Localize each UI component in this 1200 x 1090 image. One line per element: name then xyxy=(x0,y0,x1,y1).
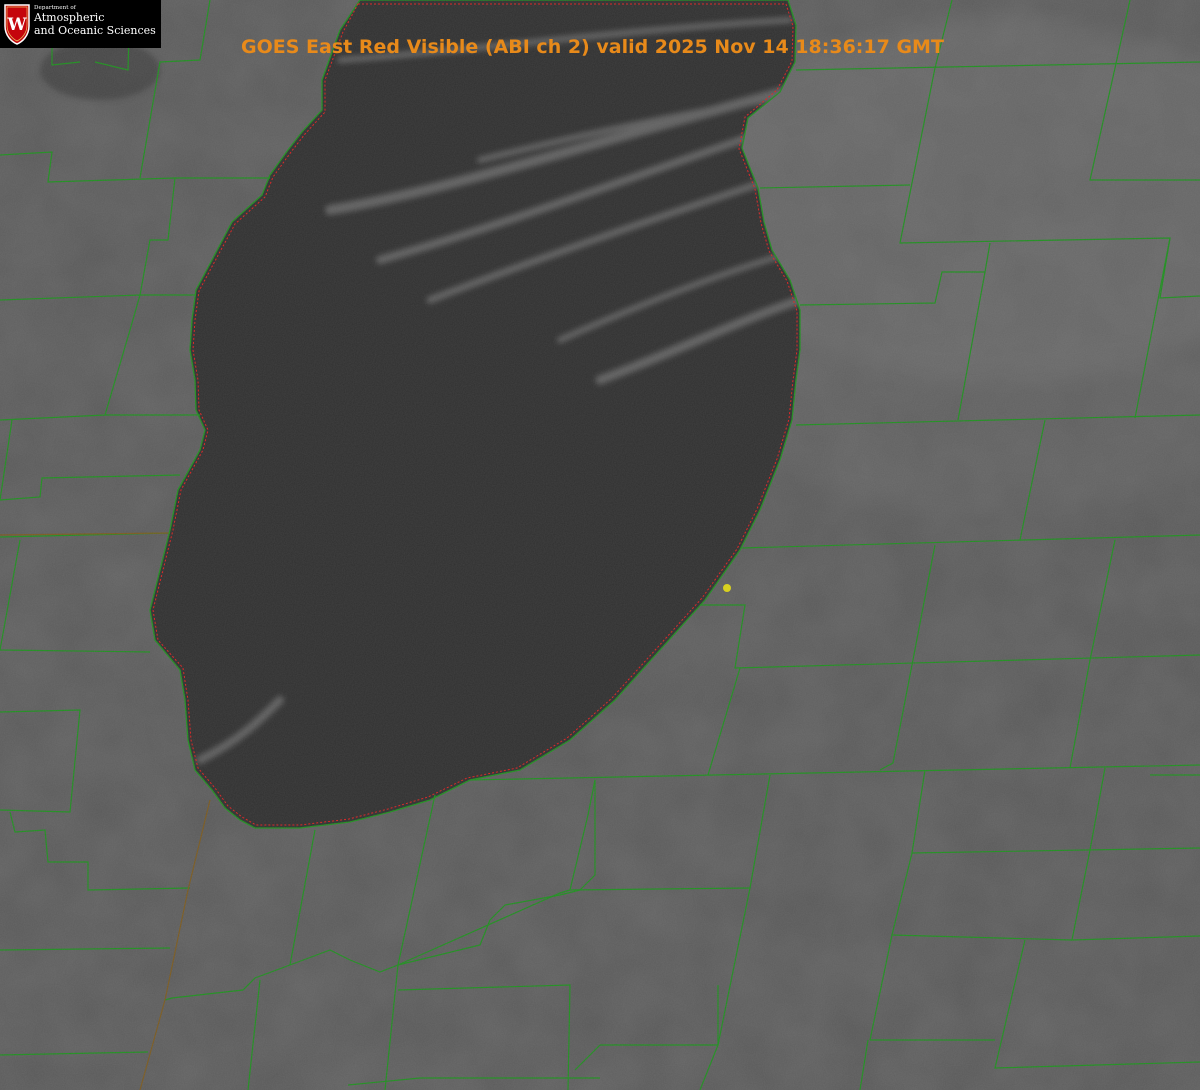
satellite-map xyxy=(0,0,1200,1090)
uw-aos-logo[interactable]: W Department of Atmospheric and Oceanic … xyxy=(0,0,161,48)
logo-name-line2: and Oceanic Sciences xyxy=(34,23,156,37)
logo-name-line1: Atmospheric xyxy=(34,11,105,24)
image-title: GOES East Red Visible (ABI ch 2) valid 2… xyxy=(241,36,944,58)
logo-text: Department of Atmospheric and Oceanic Sc… xyxy=(34,5,156,37)
station-marker xyxy=(723,584,731,592)
svg-text:W: W xyxy=(6,15,27,35)
image-grain xyxy=(0,0,1200,1090)
uw-crest-icon: W xyxy=(4,4,30,45)
